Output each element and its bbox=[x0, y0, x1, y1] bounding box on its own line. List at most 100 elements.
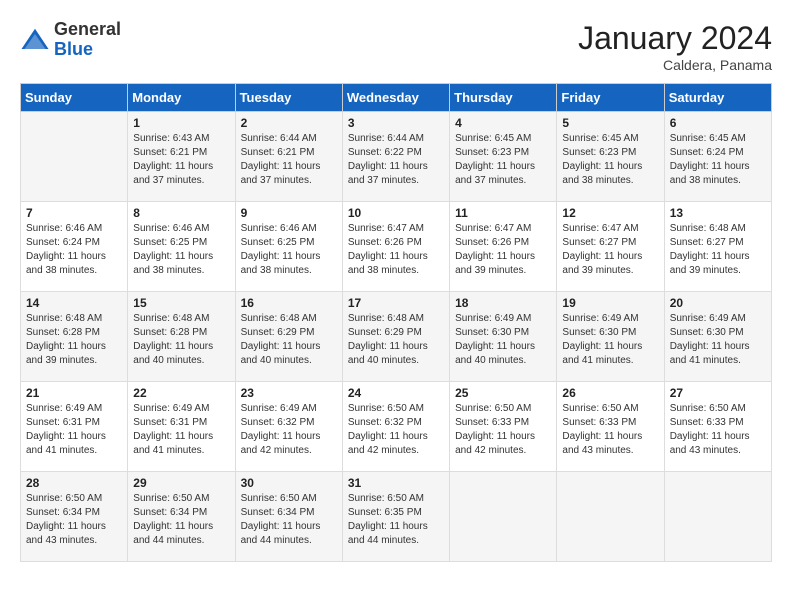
calendar-cell: 31 Sunrise: 6:50 AMSunset: 6:35 PMDayligh… bbox=[342, 472, 449, 562]
day-info: Sunrise: 6:46 AMSunset: 6:24 PMDaylight:… bbox=[26, 222, 122, 278]
day-number: 15 bbox=[133, 296, 229, 310]
day-info: Sunrise: 6:48 AMSunset: 6:29 PMDaylight:… bbox=[348, 312, 444, 368]
day-number: 3 bbox=[348, 116, 444, 130]
calendar-cell: 5 Sunrise: 6:45 AMSunset: 6:23 PMDaylight… bbox=[557, 112, 664, 202]
title-block: January 2024 Caldera, Panama bbox=[578, 20, 772, 73]
calendar-cell: 22 Sunrise: 6:49 AMSunset: 6:31 PMDayligh… bbox=[128, 382, 235, 472]
logo-text: General Blue bbox=[54, 20, 121, 60]
day-info: Sunrise: 6:49 AMSunset: 6:30 PMDaylight:… bbox=[562, 312, 658, 368]
day-info: Sunrise: 6:50 AMSunset: 6:33 PMDaylight:… bbox=[670, 402, 766, 458]
day-info: Sunrise: 6:48 AMSunset: 6:28 PMDaylight:… bbox=[133, 312, 229, 368]
calendar-cell: 18 Sunrise: 6:49 AMSunset: 6:30 PMDayligh… bbox=[450, 292, 557, 382]
calendar-cell: 21 Sunrise: 6:49 AMSunset: 6:31 PMDayligh… bbox=[21, 382, 128, 472]
day-number: 27 bbox=[670, 386, 766, 400]
day-number: 29 bbox=[133, 476, 229, 490]
day-info: Sunrise: 6:50 AMSunset: 6:33 PMDaylight:… bbox=[455, 402, 551, 458]
day-number: 19 bbox=[562, 296, 658, 310]
day-info: Sunrise: 6:46 AMSunset: 6:25 PMDaylight:… bbox=[133, 222, 229, 278]
calendar-cell: 25 Sunrise: 6:50 AMSunset: 6:33 PMDayligh… bbox=[450, 382, 557, 472]
calendar-cell: 2Sunrise: 6:44 AMSunset: 6:21 PMDaylight… bbox=[235, 112, 342, 202]
day-number: 11 bbox=[455, 206, 551, 220]
calendar-cell bbox=[557, 472, 664, 562]
page-header: General Blue January 2024 Caldera, Panam… bbox=[20, 20, 772, 73]
calendar-cell: 9 Sunrise: 6:46 AMSunset: 6:25 PMDaylight… bbox=[235, 202, 342, 292]
calendar-cell: 3 Sunrise: 6:44 AMSunset: 6:22 PMDaylight… bbox=[342, 112, 449, 202]
day-number: 4 bbox=[455, 116, 551, 130]
logo-general: General bbox=[54, 20, 121, 40]
calendar-cell: 7Sunrise: 6:46 AMSunset: 6:24 PMDaylight… bbox=[21, 202, 128, 292]
day-number: 17 bbox=[348, 296, 444, 310]
day-info: Sunrise: 6:47 AMSunset: 6:26 PMDaylight:… bbox=[455, 222, 551, 278]
weekday-header-thursday: Thursday bbox=[450, 84, 557, 112]
day-number: 12 bbox=[562, 206, 658, 220]
calendar-table: SundayMondayTuesdayWednesdayThursdayFrid… bbox=[20, 83, 772, 562]
day-number: 16 bbox=[241, 296, 337, 310]
day-number: 31 bbox=[348, 476, 444, 490]
day-info: Sunrise: 6:49 AMSunset: 6:30 PMDaylight:… bbox=[455, 312, 551, 368]
logo-blue: Blue bbox=[54, 40, 121, 60]
calendar-cell: 13 Sunrise: 6:48 AMSunset: 6:27 PMDayligh… bbox=[664, 202, 771, 292]
day-number: 21 bbox=[26, 386, 122, 400]
day-number: 25 bbox=[455, 386, 551, 400]
calendar-cell: 29 Sunrise: 6:50 AMSunset: 6:34 PMDayligh… bbox=[128, 472, 235, 562]
day-number: 24 bbox=[348, 386, 444, 400]
day-number: 26 bbox=[562, 386, 658, 400]
calendar-cell: 17 Sunrise: 6:48 AMSunset: 6:29 PMDayligh… bbox=[342, 292, 449, 382]
weekday-header-sunday: Sunday bbox=[21, 84, 128, 112]
day-number: 23 bbox=[241, 386, 337, 400]
day-info: Sunrise: 6:49 AMSunset: 6:31 PMDaylight:… bbox=[26, 402, 122, 458]
calendar-week-row: 28Sunrise: 6:50 AMSunset: 6:34 PMDayligh… bbox=[21, 472, 772, 562]
weekday-header-tuesday: Tuesday bbox=[235, 84, 342, 112]
day-number: 1 bbox=[133, 116, 229, 130]
calendar-cell: 19 Sunrise: 6:49 AMSunset: 6:30 PMDayligh… bbox=[557, 292, 664, 382]
day-info: Sunrise: 6:44 AMSunset: 6:21 PMDaylight:… bbox=[241, 132, 337, 188]
day-info: Sunrise: 6:46 AMSunset: 6:25 PMDaylight:… bbox=[241, 222, 337, 278]
day-number: 9 bbox=[241, 206, 337, 220]
day-info: Sunrise: 6:50 AMSunset: 6:34 PMDaylight:… bbox=[26, 492, 122, 548]
calendar-cell bbox=[21, 112, 128, 202]
weekday-header-row: SundayMondayTuesdayWednesdayThursdayFrid… bbox=[21, 84, 772, 112]
calendar-cell: 8 Sunrise: 6:46 AMSunset: 6:25 PMDaylight… bbox=[128, 202, 235, 292]
weekday-header-monday: Monday bbox=[128, 84, 235, 112]
day-info: Sunrise: 6:47 AMSunset: 6:27 PMDaylight:… bbox=[562, 222, 658, 278]
day-number: 18 bbox=[455, 296, 551, 310]
main-title: January 2024 bbox=[578, 20, 772, 57]
weekday-header-friday: Friday bbox=[557, 84, 664, 112]
day-number: 5 bbox=[562, 116, 658, 130]
day-number: 14 bbox=[26, 296, 122, 310]
calendar-cell: 11 Sunrise: 6:47 AMSunset: 6:26 PMDayligh… bbox=[450, 202, 557, 292]
day-info: Sunrise: 6:47 AMSunset: 6:26 PMDaylight:… bbox=[348, 222, 444, 278]
day-info: Sunrise: 6:49 AMSunset: 6:30 PMDaylight:… bbox=[670, 312, 766, 368]
day-info: Sunrise: 6:45 AMSunset: 6:24 PMDaylight:… bbox=[670, 132, 766, 188]
day-info: Sunrise: 6:44 AMSunset: 6:22 PMDaylight:… bbox=[348, 132, 444, 188]
calendar-cell: 20Sunrise: 6:49 AMSunset: 6:30 PMDayligh… bbox=[664, 292, 771, 382]
calendar-cell: 27 Sunrise: 6:50 AMSunset: 6:33 PMDayligh… bbox=[664, 382, 771, 472]
calendar-week-row: 14 Sunrise: 6:48 AMSunset: 6:28 PMDayligh… bbox=[21, 292, 772, 382]
calendar-cell: 16 Sunrise: 6:48 AMSunset: 6:29 PMDayligh… bbox=[235, 292, 342, 382]
calendar-cell: 6 Sunrise: 6:45 AMSunset: 6:24 PMDaylight… bbox=[664, 112, 771, 202]
day-info: Sunrise: 6:45 AMSunset: 6:23 PMDaylight:… bbox=[562, 132, 658, 188]
day-info: Sunrise: 6:48 AMSunset: 6:29 PMDaylight:… bbox=[241, 312, 337, 368]
weekday-header-saturday: Saturday bbox=[664, 84, 771, 112]
day-number: 8 bbox=[133, 206, 229, 220]
day-info: Sunrise: 6:50 AMSunset: 6:34 PMDaylight:… bbox=[241, 492, 337, 548]
calendar-cell: 15 Sunrise: 6:48 AMSunset: 6:28 PMDayligh… bbox=[128, 292, 235, 382]
day-number: 10 bbox=[348, 206, 444, 220]
day-info: Sunrise: 6:50 AMSunset: 6:34 PMDaylight:… bbox=[133, 492, 229, 548]
day-info: Sunrise: 6:50 AMSunset: 6:35 PMDaylight:… bbox=[348, 492, 444, 548]
day-info: Sunrise: 6:45 AMSunset: 6:23 PMDaylight:… bbox=[455, 132, 551, 188]
day-number: 13 bbox=[670, 206, 766, 220]
day-number: 6 bbox=[670, 116, 766, 130]
calendar-cell bbox=[450, 472, 557, 562]
day-info: Sunrise: 6:49 AMSunset: 6:31 PMDaylight:… bbox=[133, 402, 229, 458]
day-info: Sunrise: 6:50 AMSunset: 6:32 PMDaylight:… bbox=[348, 402, 444, 458]
calendar-week-row: 21 Sunrise: 6:49 AMSunset: 6:31 PMDayligh… bbox=[21, 382, 772, 472]
day-number: 22 bbox=[133, 386, 229, 400]
calendar-week-row: 1Sunrise: 6:43 AMSunset: 6:21 PMDaylight… bbox=[21, 112, 772, 202]
calendar-cell: 23Sunrise: 6:49 AMSunset: 6:32 PMDayligh… bbox=[235, 382, 342, 472]
calendar-cell: 28Sunrise: 6:50 AMSunset: 6:34 PMDayligh… bbox=[21, 472, 128, 562]
day-info: Sunrise: 6:48 AMSunset: 6:28 PMDaylight:… bbox=[26, 312, 122, 368]
day-info: Sunrise: 6:48 AMSunset: 6:27 PMDaylight:… bbox=[670, 222, 766, 278]
subtitle: Caldera, Panama bbox=[578, 57, 772, 73]
calendar-cell: 14 Sunrise: 6:48 AMSunset: 6:28 PMDayligh… bbox=[21, 292, 128, 382]
